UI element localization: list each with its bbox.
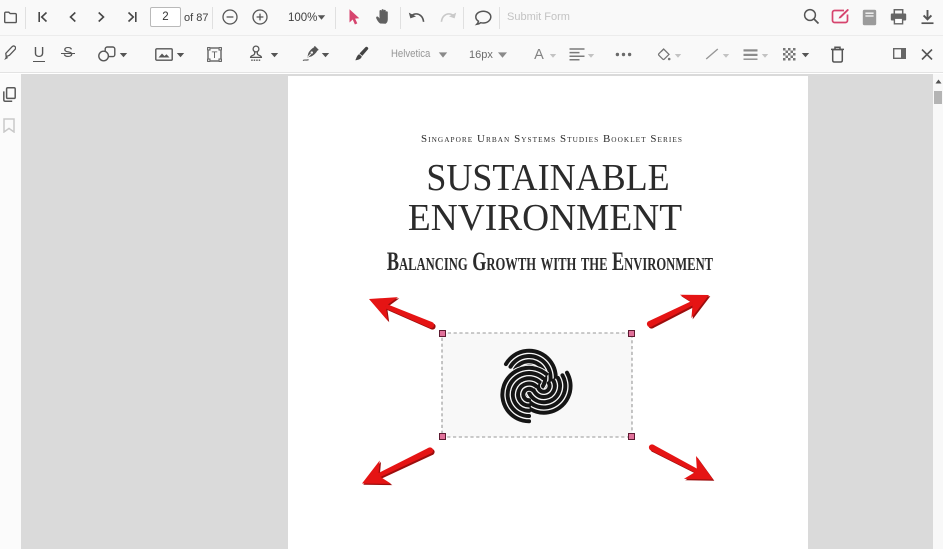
svg-text:T: T — [212, 50, 218, 61]
